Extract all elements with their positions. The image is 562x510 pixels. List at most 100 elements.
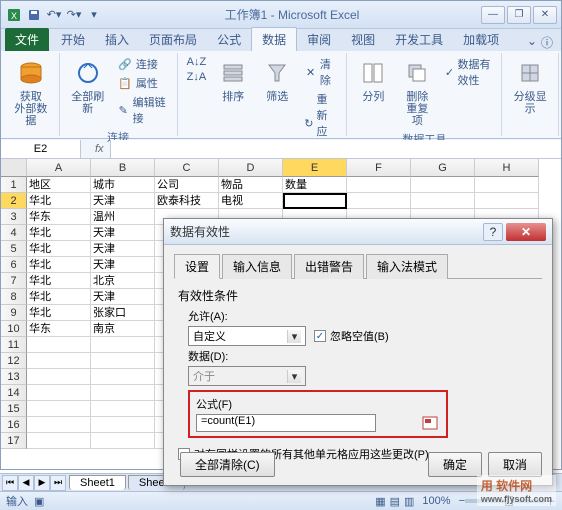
row-header[interactable]: 12: [1, 353, 27, 369]
sheet-tab-1[interactable]: Sheet1: [69, 475, 126, 490]
cell[interactable]: 华北: [27, 193, 91, 209]
cell[interactable]: 天津: [91, 257, 155, 273]
column-header[interactable]: G: [411, 159, 475, 177]
cell[interactable]: [91, 369, 155, 385]
range-selector-icon[interactable]: [420, 415, 440, 431]
filter-button[interactable]: 筛选: [257, 55, 297, 105]
row-header[interactable]: 15: [1, 401, 27, 417]
sort-button[interactable]: 排序: [213, 55, 253, 105]
row-header[interactable]: 10: [1, 321, 27, 337]
cell[interactable]: [27, 337, 91, 353]
row-header[interactable]: 11: [1, 337, 27, 353]
dlg-tab-error[interactable]: 出错警告: [294, 254, 364, 279]
formula-input[interactable]: =count(E1): [196, 414, 376, 432]
cell[interactable]: 天津: [91, 289, 155, 305]
cell[interactable]: [27, 401, 91, 417]
cell[interactable]: [411, 193, 475, 209]
select-all-corner[interactable]: [1, 159, 27, 177]
cell[interactable]: 天津: [91, 225, 155, 241]
last-sheet-button[interactable]: ⏭: [50, 475, 66, 491]
ignore-blank-checkbox[interactable]: ✓: [314, 330, 326, 342]
column-header[interactable]: H: [475, 159, 539, 177]
cell[interactable]: 欧泰科技: [155, 193, 219, 209]
cell[interactable]: [27, 417, 91, 433]
close-button[interactable]: ✕: [533, 6, 557, 24]
dlg-tab-input[interactable]: 输入信息: [222, 254, 292, 279]
row-header[interactable]: 5: [1, 241, 27, 257]
qat-dropdown-icon[interactable]: ▾: [85, 6, 103, 24]
row-header[interactable]: 13: [1, 369, 27, 385]
fx-icon[interactable]: fx: [89, 143, 110, 155]
row-header[interactable]: 9: [1, 305, 27, 321]
cell[interactable]: [475, 193, 539, 209]
cell[interactable]: 天津: [91, 193, 155, 209]
maximize-button[interactable]: ❐: [507, 6, 531, 24]
tab-insert[interactable]: 插入: [95, 28, 139, 51]
excel-icon[interactable]: X: [5, 6, 23, 24]
cell[interactable]: 华北: [27, 257, 91, 273]
cell[interactable]: 华北: [27, 305, 91, 321]
cell[interactable]: 北京: [91, 273, 155, 289]
outline-button[interactable]: 分级显示: [508, 55, 552, 117]
ribbon-minimize-icon[interactable]: ⌄: [527, 34, 537, 51]
cell[interactable]: 地区: [27, 177, 91, 193]
cell[interactable]: 公司: [155, 177, 219, 193]
edit-links-button[interactable]: ✎编辑链接: [114, 93, 171, 127]
row-header[interactable]: 16: [1, 417, 27, 433]
connections-button[interactable]: 🔗连接: [114, 55, 171, 73]
cell[interactable]: [27, 353, 91, 369]
row-header[interactable]: 4: [1, 225, 27, 241]
remove-duplicates-button[interactable]: 删除 重复项: [397, 55, 437, 129]
cell[interactable]: [91, 385, 155, 401]
cell[interactable]: 华北: [27, 289, 91, 305]
view-normal-icon[interactable]: ▦: [375, 495, 385, 508]
row-header[interactable]: 7: [1, 273, 27, 289]
prev-sheet-button[interactable]: ◀: [18, 475, 34, 491]
cell[interactable]: [27, 369, 91, 385]
cell[interactable]: [91, 353, 155, 369]
cell[interactable]: 数量: [283, 177, 347, 193]
column-header[interactable]: C: [155, 159, 219, 177]
ok-button[interactable]: 确定: [428, 452, 482, 477]
tab-formulas[interactable]: 公式: [207, 28, 251, 51]
row-header[interactable]: 17: [1, 433, 27, 449]
cell[interactable]: [347, 193, 411, 209]
column-header[interactable]: F: [347, 159, 411, 177]
cell[interactable]: 华北: [27, 225, 91, 241]
name-box[interactable]: E2: [1, 140, 81, 158]
next-sheet-button[interactable]: ▶: [34, 475, 50, 491]
refresh-all-button[interactable]: 全部刷新: [66, 55, 110, 117]
cell[interactable]: [27, 433, 91, 449]
cell[interactable]: 温州: [91, 209, 155, 225]
column-header[interactable]: E: [283, 159, 347, 177]
cell[interactable]: [475, 177, 539, 193]
cell[interactable]: 物品: [219, 177, 283, 193]
cell[interactable]: [283, 193, 347, 209]
save-icon[interactable]: [25, 6, 43, 24]
undo-icon[interactable]: ↶▾: [45, 6, 63, 24]
dialog-titlebar[interactable]: 数据有效性 ? ✕: [164, 219, 552, 245]
dialog-help-button[interactable]: ?: [483, 223, 503, 241]
cell[interactable]: 电视: [219, 193, 283, 209]
row-header[interactable]: 14: [1, 385, 27, 401]
column-header[interactable]: D: [219, 159, 283, 177]
cell[interactable]: [347, 177, 411, 193]
cell[interactable]: [27, 385, 91, 401]
cell[interactable]: 华北: [27, 273, 91, 289]
dlg-tab-ime[interactable]: 输入法模式: [366, 254, 448, 279]
row-header[interactable]: 8: [1, 289, 27, 305]
row-header[interactable]: 3: [1, 209, 27, 225]
column-header[interactable]: B: [91, 159, 155, 177]
sort-desc-button[interactable]: Z↓A: [184, 70, 210, 84]
sort-asc-button[interactable]: A↓Z: [184, 55, 210, 69]
row-header[interactable]: 1: [1, 177, 27, 193]
cell[interactable]: [91, 337, 155, 353]
data-validation-button[interactable]: ✓数据有效性: [441, 55, 495, 89]
cancel-button[interactable]: 取消: [488, 452, 542, 477]
tab-data[interactable]: 数据: [251, 27, 297, 51]
zoom-level[interactable]: 100%: [422, 495, 450, 507]
cell[interactable]: 华北: [27, 241, 91, 257]
macro-icon[interactable]: ▣: [34, 495, 44, 508]
properties-button[interactable]: 📋属性: [114, 74, 171, 92]
clear-all-button[interactable]: 全部清除(C): [180, 452, 275, 477]
